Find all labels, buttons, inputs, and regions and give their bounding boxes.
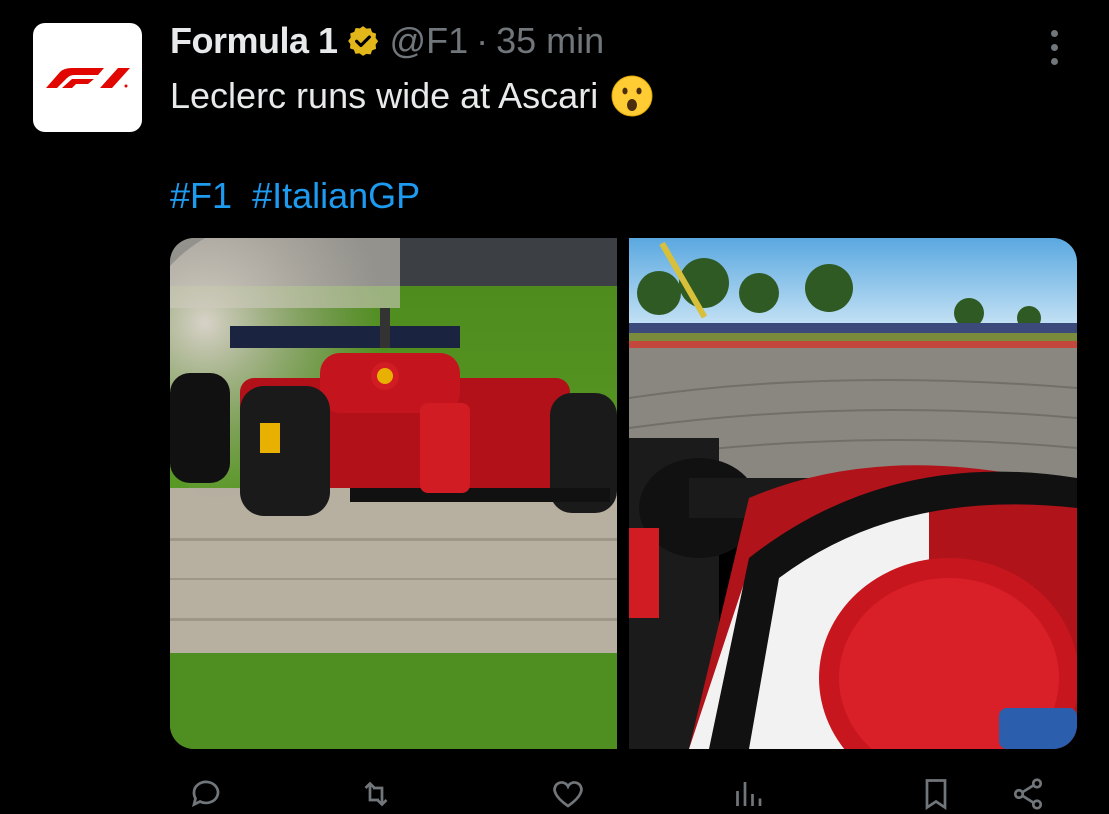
share-icon [1013, 778, 1043, 810]
bookmark-button[interactable] [918, 776, 954, 812]
views-icon [736, 782, 762, 806]
leclerc-gravel-photo[interactable] [170, 238, 617, 749]
f1-logo-icon [45, 67, 130, 88]
hashtags: #F1 #ItalianGP [170, 175, 430, 217]
heart-icon [553, 781, 583, 808]
tweet-text: Leclerc runs wide at Ascari [170, 74, 654, 118]
media-grid [170, 238, 1077, 749]
verified-badge-icon [346, 24, 380, 58]
reply-icon [191, 780, 220, 808]
reply-button[interactable] [188, 776, 234, 812]
tweet-time[interactable]: 35 min [496, 20, 604, 62]
separator-dot: · [476, 20, 489, 61]
tweet-header: Formula 1 @F1 · 35 min [170, 18, 604, 64]
hashtag-f1[interactable]: #F1 [170, 175, 232, 216]
action-bar [170, 774, 1070, 814]
retweet-button[interactable] [358, 776, 404, 812]
bookmark-icon [925, 779, 947, 811]
retweet-icon [364, 781, 388, 807]
more-options-icon[interactable] [1036, 24, 1072, 70]
account-handle[interactable]: @F1 [390, 20, 469, 62]
astonished-face-emoji-icon [610, 74, 654, 118]
hashtag-italiangp[interactable]: #ItalianGP [252, 175, 420, 216]
share-button[interactable] [1010, 776, 1046, 812]
views-button[interactable] [730, 776, 776, 812]
like-button[interactable] [550, 776, 596, 812]
tweet-body: Leclerc runs wide at Ascari [170, 75, 599, 116]
avatar[interactable] [33, 23, 142, 132]
account-name[interactable]: Formula 1 [170, 20, 338, 62]
onboard-camera-photo[interactable] [629, 238, 1077, 749]
